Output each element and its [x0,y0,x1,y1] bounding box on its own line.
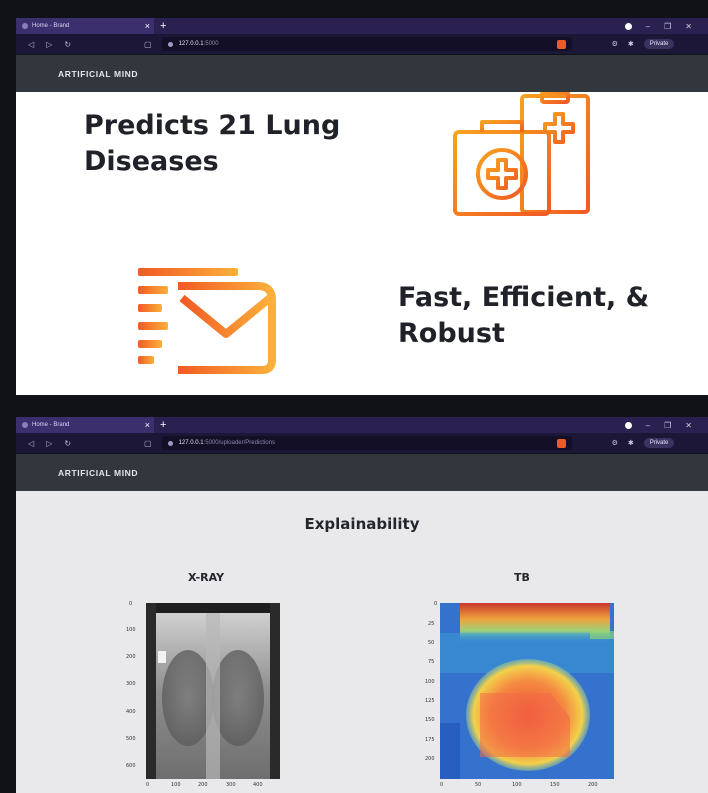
forward-icon[interactable]: ▷ [46,40,52,49]
tb-y-tick: 50 [428,640,435,646]
tb-y-tick: 0 [434,601,438,607]
site-info-icon[interactable] [167,41,173,47]
xray-x-tick: 400 [253,782,263,788]
minimize-icon[interactable]: – [646,421,650,430]
back-icon[interactable]: ◁ [28,439,34,448]
url-host: 127.0.0.1 [178,41,204,47]
medical-kit-clipboard-icon [453,92,590,216]
tab-bar: Home - Brand × + – ❐ ✕ [16,417,708,433]
restore-icon[interactable]: ❐ [664,22,671,31]
tb-x-tick: 50 [475,782,482,788]
puzzle-icon[interactable]: ✱ [628,439,634,447]
tb-x-tick: 150 [550,782,560,788]
features-section: Predicts 21 Lung Diseases Fast, Efficien… [16,92,708,395]
tab-favicon-icon [22,422,28,428]
toolbar-right: ⚙ ✱ Private [612,438,675,448]
private-badge[interactable]: Private [643,39,675,49]
tab-title: Home - Brand [32,23,70,29]
site-info-icon[interactable] [167,440,173,446]
browser-tab-home[interactable]: Home - Brand × [16,18,154,34]
tb-y-tick: 75 [428,659,435,665]
xray-y-tick: 500 [126,736,136,742]
browser-window-predictions: Home - Brand × + – ❐ ✕ ◁ ▷ ↻ ▢ 127.0.0.1… [0,400,708,793]
tb-y-tick: 125 [425,698,435,704]
brand-logo[interactable]: ARTIFICIAL MIND [58,468,138,478]
xray-y-tick: 200 [126,654,136,660]
puzzle-icon[interactable]: ✱ [628,40,634,48]
minimize-icon[interactable]: – [646,22,650,31]
tab-favicon-icon [22,23,28,29]
site-navbar: ARTIFICIAL MIND [16,454,708,491]
extensions-icon[interactable]: ⚙ [612,40,618,48]
xray-y-tick: 100 [126,627,136,633]
new-tab-icon[interactable]: + [160,419,166,431]
address-bar: ◁ ▷ ↻ ▢ 127.0.0.1 :5000 ⚙ ✱ Private [16,34,708,54]
xray-y-tick: 300 [126,681,136,687]
xray-x-tick: 300 [226,782,236,788]
nav-buttons: ◁ ▷ ↻ [28,40,138,49]
brand-logo[interactable]: ARTIFICIAL MIND [58,69,138,79]
restore-icon[interactable]: ❐ [664,421,671,430]
xray-x-tick: 0 [146,782,150,788]
feature-heading-line: Fast, Efficient, & [398,282,650,313]
back-icon[interactable]: ◁ [28,40,34,49]
feature-heading-line: Predicts 21 Lung [84,110,341,141]
window-controls: – ❐ ✕ [624,22,692,31]
tb-plot-title: TB [514,571,530,584]
forward-icon[interactable]: ▷ [46,439,52,448]
section-title: Explainability [304,515,420,533]
url-host: 127.0.0.1 [178,440,204,446]
xray-y-tick: 400 [126,709,136,715]
toolbar-right: ⚙ ✱ Private [612,39,675,49]
feature-heading-line: Diseases [84,146,219,177]
url-path: :5000/uploader/Predictions [203,440,275,446]
xray-plot-title: X-RAY [188,571,225,584]
tb-y-tick: 200 [425,756,435,762]
close-tab-icon[interactable]: × [145,420,150,430]
tab-bar: Home - Brand × + – ❐ ✕ [16,18,708,34]
feature-heading-diseases: Predicts 21 Lung Diseases [84,108,340,180]
browser-tab-home[interactable]: Home - Brand × [16,417,154,433]
xray-image [146,603,280,779]
tb-x-tick: 100 [512,782,522,788]
address-bar: ◁ ▷ ↻ ▢ 127.0.0.1 :5000/uploader/Predict… [16,433,708,453]
xray-x-tick: 200 [198,782,208,788]
feature-heading-line: Robust [398,318,505,349]
close-window-icon[interactable]: ✕ [685,421,692,430]
tb-heatmap-image [440,603,614,779]
site-navbar: ARTIFICIAL MIND [16,55,708,92]
reload-icon[interactable]: ↻ [64,40,71,49]
fast-mail-icon [138,268,276,374]
nav-buttons: ◁ ▷ ↻ [28,439,138,448]
url-path: :5000 [203,41,219,47]
close-window-icon[interactable]: ✕ [685,22,692,31]
explainability-section: Explainability X-RAY TB 0 100 200 300 40… [16,491,708,793]
xray-y-tick: 0 [129,601,133,607]
feature-heading-speed: Fast, Efficient, & Robust [398,280,649,352]
private-badge[interactable]: Private [643,438,675,448]
close-tab-icon[interactable]: × [145,21,150,31]
xray-x-tick: 100 [171,782,181,788]
new-tab-icon[interactable]: + [160,20,166,32]
tb-y-tick: 25 [428,621,435,627]
tb-x-tick: 0 [440,782,444,788]
url-field[interactable]: 127.0.0.1 :5000/uploader/Predictions [161,436,572,450]
tb-y-tick: 150 [425,717,435,723]
tb-y-tick: 175 [425,737,435,743]
tab-title: Home - Brand [32,422,70,428]
profile-icon[interactable] [624,421,632,429]
bookmark-icon[interactable]: ▢ [144,40,152,49]
tb-x-tick: 200 [588,782,598,788]
profile-icon[interactable] [624,22,632,30]
extensions-icon[interactable]: ⚙ [612,439,618,447]
brave-shields-icon[interactable] [556,39,566,49]
reload-icon[interactable]: ↻ [64,439,71,448]
tb-y-tick: 100 [425,679,435,685]
bookmark-icon[interactable]: ▢ [144,439,152,448]
window-controls: – ❐ ✕ [624,421,692,430]
browser-window-home: Home - Brand × + – ❐ ✕ ◁ ▷ ↻ ▢ 127.0.0.1… [0,0,708,400]
xray-y-tick: 600 [126,763,136,769]
url-field[interactable]: 127.0.0.1 :5000 [161,37,572,51]
brave-shields-icon[interactable] [556,438,566,448]
